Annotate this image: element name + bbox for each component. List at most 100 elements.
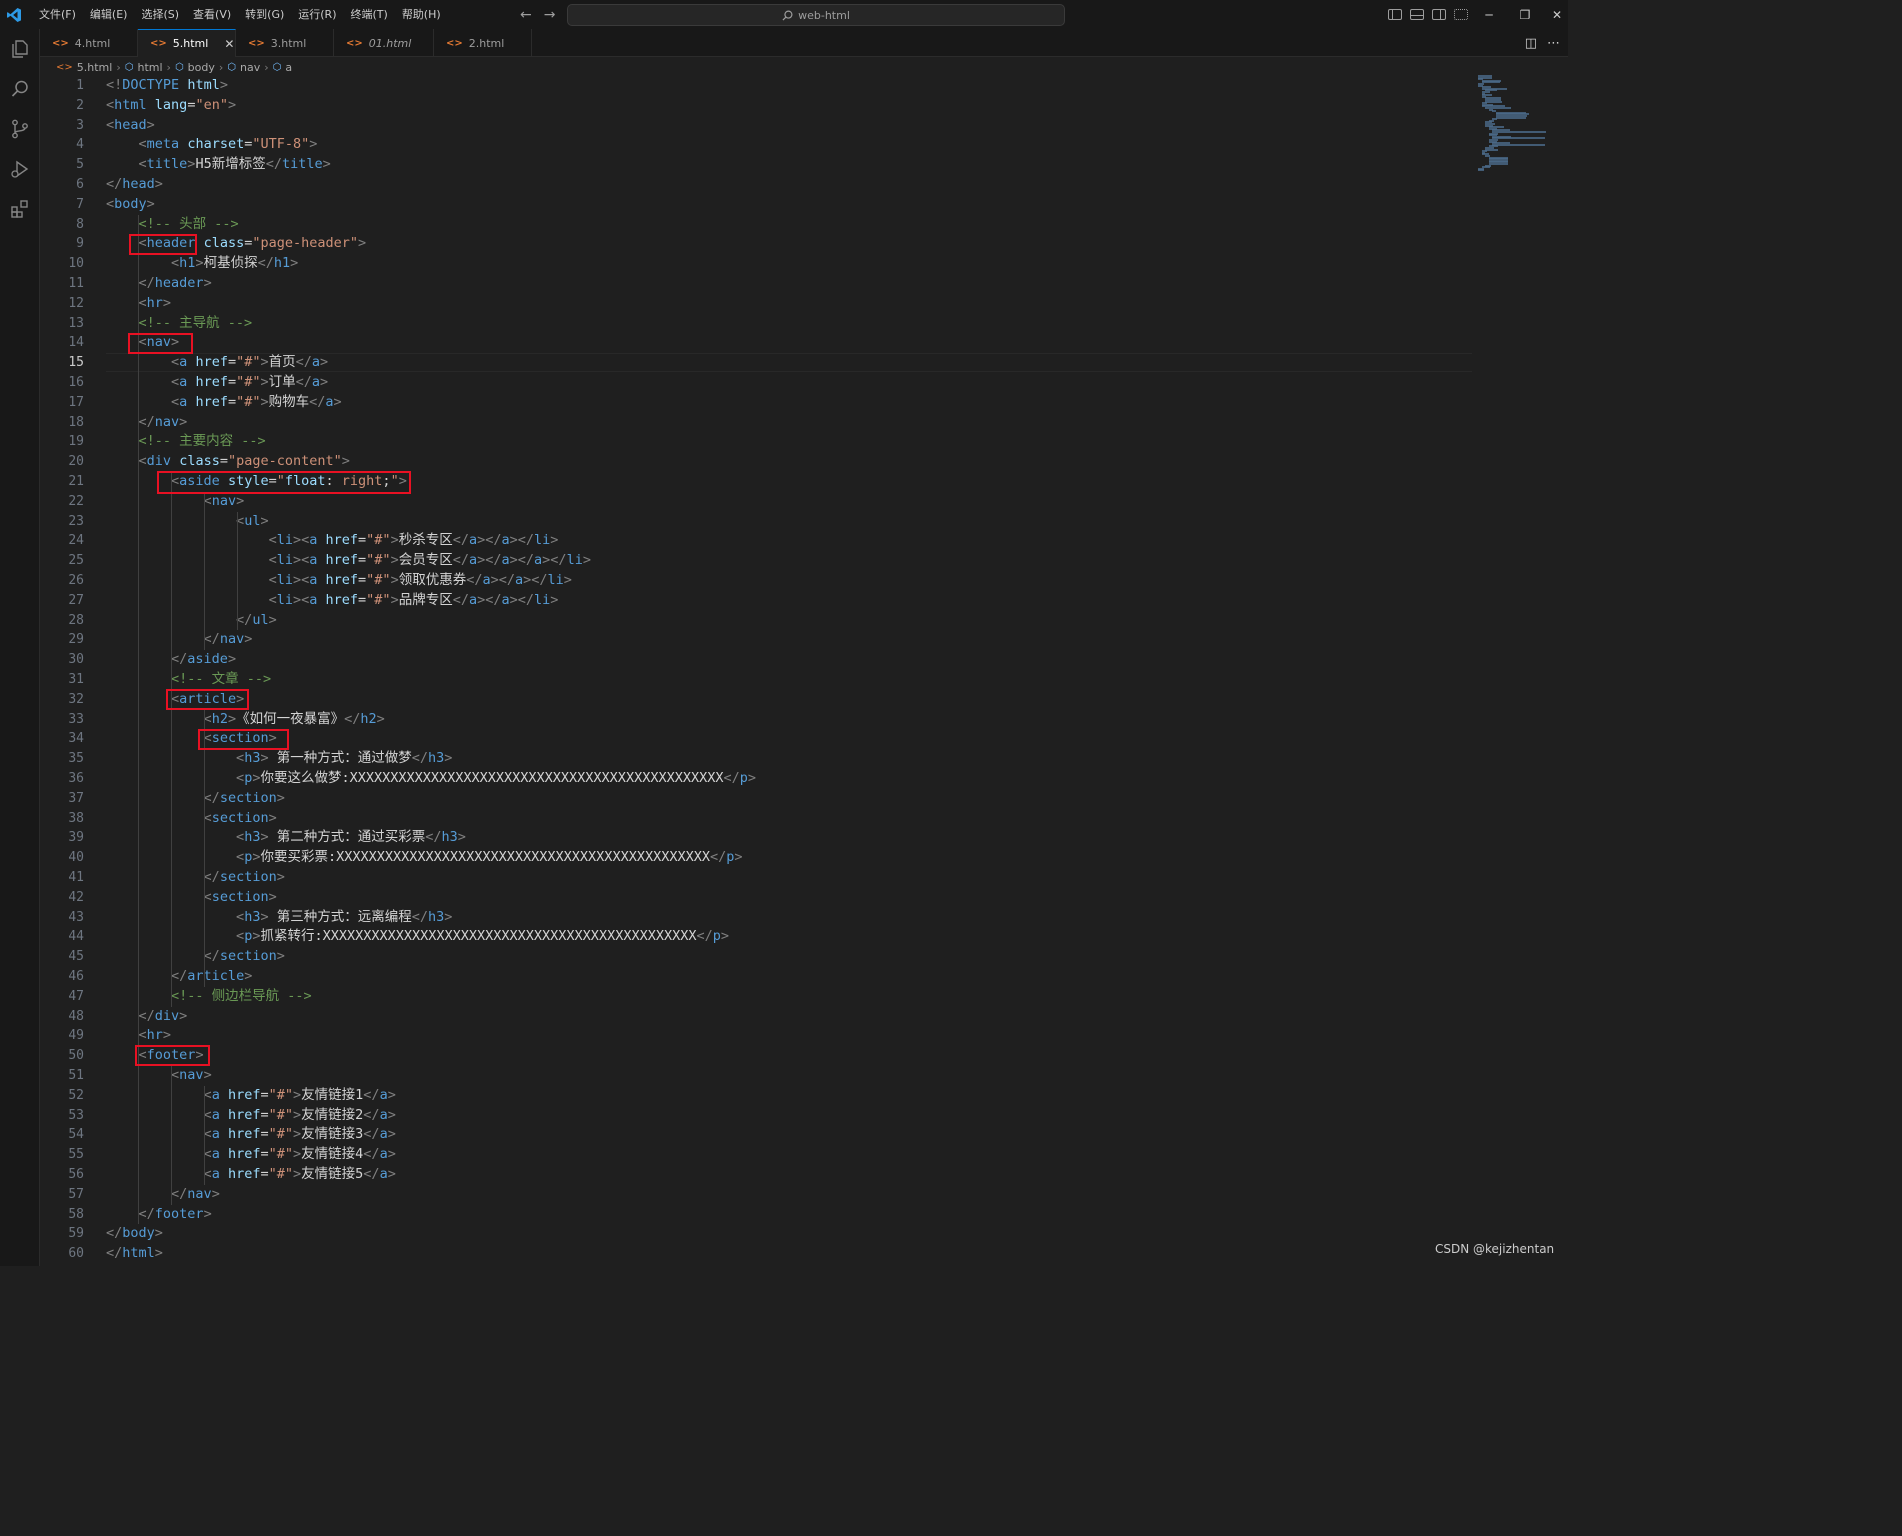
explorer-icon[interactable]: [0, 29, 40, 69]
code-line[interactable]: </nav>: [106, 413, 188, 433]
code-line[interactable]: <section>: [106, 809, 277, 829]
code-line[interactable]: <li><a href="#">秒杀专区</a></a></li>: [106, 531, 559, 551]
code-line[interactable]: </section>: [106, 868, 285, 888]
minimap[interactable]: [1478, 75, 1548, 175]
code-line[interactable]: <a href="#">友情链接5</a>: [106, 1165, 396, 1185]
code-line[interactable]: </article>: [106, 967, 252, 987]
code-line[interactable]: <head>: [106, 116, 155, 136]
menu-view[interactable]: 查看(V): [186, 0, 238, 29]
code-line[interactable]: <h3> 第三种方式：远离编程</h3>: [106, 908, 452, 928]
code-line[interactable]: </body>: [106, 1224, 163, 1244]
code-line[interactable]: <!DOCTYPE html>: [106, 76, 228, 96]
line-number: 32: [68, 691, 84, 707]
code-line[interactable]: <nav>: [106, 492, 245, 512]
code-line[interactable]: <li><a href="#">领取优惠券</a></a></li>: [106, 571, 572, 591]
vscode-logo-icon[interactable]: [0, 0, 28, 29]
code-line[interactable]: </header>: [106, 274, 212, 294]
tab-01-html[interactable]: <> 01.html: [334, 29, 434, 57]
code-line[interactable]: <a href="#">友情链接3</a>: [106, 1125, 396, 1145]
line-number: 14: [68, 335, 84, 351]
code-line[interactable]: <h1>柯基侦探</h1>: [106, 254, 298, 274]
code-line[interactable]: <h3> 第一种方式：通过做梦</h3>: [106, 749, 452, 769]
close-tab-icon[interactable]: ✕: [224, 37, 234, 51]
breadcrumb-a[interactable]: a: [285, 61, 292, 74]
menu-edit[interactable]: 编辑(E): [83, 0, 135, 29]
code-line[interactable]: </section>: [106, 789, 285, 809]
code-line[interactable]: <a href="#">订单</a>: [106, 373, 328, 393]
code-line[interactable]: </nav>: [106, 630, 253, 650]
code-line[interactable]: </head>: [106, 175, 163, 195]
code-line[interactable]: <!-- 文章 -->: [106, 670, 271, 690]
breadcrumb-file[interactable]: 5.html: [77, 61, 113, 74]
code-line[interactable]: </section>: [106, 947, 285, 967]
code-line[interactable]: <h2>《如何一夜暴富》</h2>: [106, 710, 385, 730]
code-line[interactable]: <nav>: [106, 1066, 212, 1086]
search-view-icon[interactable]: [0, 69, 40, 109]
extensions-icon[interactable]: [0, 189, 40, 229]
minimize-icon[interactable]: ─: [1474, 0, 1504, 29]
code-line[interactable]: <p>你要买彩票:XXXXXXXXXXXXXXXXXXXXXXXXXXXXXXX…: [106, 848, 742, 868]
run-debug-icon[interactable]: [0, 149, 40, 189]
command-center[interactable]: web-html: [567, 4, 1065, 26]
more-actions-icon[interactable]: ⋯: [1547, 36, 1560, 51]
code-line[interactable]: <ul>: [106, 512, 269, 532]
tab-4-html[interactable]: <> 4.html: [40, 29, 138, 57]
toggle-panel-icon[interactable]: [1410, 9, 1424, 20]
code-line[interactable]: <a href="#">首页</a>: [106, 353, 328, 373]
toggle-primary-sidebar-icon[interactable]: [1388, 9, 1402, 20]
code-line[interactable]: <meta charset="UTF-8">: [106, 135, 318, 155]
tab-3-html[interactable]: <> 3.html: [236, 29, 334, 57]
menu-file[interactable]: 文件(F): [32, 0, 83, 29]
code-line[interactable]: <a href="#">购物车</a>: [106, 393, 342, 413]
line-number: 56: [68, 1167, 84, 1182]
tab-label: 4.html: [74, 36, 111, 50]
code-line[interactable]: <!-- 主导航 -->: [106, 314, 253, 334]
menu-go[interactable]: 转到(G): [238, 0, 291, 29]
split-editor-icon[interactable]: ◫: [1525, 36, 1537, 51]
code-line[interactable]: </footer>: [106, 1205, 212, 1225]
highlight-box-header: [129, 234, 197, 255]
code-line[interactable]: <html lang="en">: [106, 96, 236, 116]
forward-arrow-icon[interactable]: →: [544, 7, 556, 23]
line-number: 12: [68, 295, 84, 311]
code-line[interactable]: </ul>: [106, 611, 277, 631]
line-number: 3: [76, 117, 84, 133]
code-line[interactable]: <a href="#">友情链接2</a>: [106, 1106, 396, 1126]
source-control-icon[interactable]: [0, 109, 40, 149]
code-line[interactable]: <li><a href="#">会员专区</a></a></a></li>: [106, 551, 591, 571]
code-line[interactable]: </div>: [106, 1007, 188, 1027]
code-line[interactable]: <body>: [106, 195, 155, 215]
code-line[interactable]: <!-- 头部 -->: [106, 215, 239, 235]
tab-2-html[interactable]: <> 2.html: [434, 29, 532, 57]
code-line[interactable]: </nav>: [106, 1185, 220, 1205]
restore-icon[interactable]: ❐: [1510, 0, 1540, 29]
code-line[interactable]: <li><a href="#">品牌专区</a></a></li>: [106, 591, 559, 611]
highlight-box-article: [166, 689, 249, 710]
line-number: 15: [68, 355, 84, 371]
tab-5-html[interactable]: <> 5.html ✕: [138, 29, 236, 57]
code-line[interactable]: <p>抓紧转行:XXXXXXXXXXXXXXXXXXXXXXXXXXXXXXXX…: [106, 927, 729, 947]
breadcrumb-html[interactable]: html: [137, 61, 162, 74]
toggle-secondary-sidebar-icon[interactable]: [1432, 9, 1446, 20]
code-line[interactable]: </html>: [106, 1244, 163, 1264]
code-line[interactable]: <section>: [106, 888, 277, 908]
element-cube-icon: ⬡: [272, 61, 282, 73]
menu-help[interactable]: 帮助(H): [395, 0, 448, 29]
code-line[interactable]: <h3> 第二种方式：通过买彩票</h3>: [106, 828, 466, 848]
menu-run[interactable]: 运行(R): [291, 0, 343, 29]
code-line[interactable]: <div class="page-content">: [106, 452, 350, 472]
code-line[interactable]: <!-- 侧边栏导航 -->: [106, 987, 312, 1007]
back-arrow-icon[interactable]: ←: [520, 7, 532, 23]
html-file-icon: <>: [150, 38, 167, 49]
code-line[interactable]: <title>H5新增标签</title>: [106, 155, 331, 175]
code-line[interactable]: <!-- 主要内容 -->: [106, 432, 266, 452]
vertical-scrollbar[interactable]: [1555, 76, 1568, 1266]
breadcrumb-nav[interactable]: nav: [240, 61, 260, 74]
close-window-icon[interactable]: ✕: [1546, 0, 1568, 29]
menu-selection[interactable]: 选择(S): [134, 0, 186, 29]
breadcrumb-body[interactable]: body: [188, 61, 215, 74]
menu-terminal[interactable]: 终端(T): [344, 0, 395, 29]
code-line[interactable]: <a href="#">友情链接4</a>: [106, 1145, 396, 1165]
customize-layout-icon[interactable]: [1454, 9, 1468, 20]
code-line[interactable]: <a href="#">友情链接1</a>: [106, 1086, 396, 1106]
